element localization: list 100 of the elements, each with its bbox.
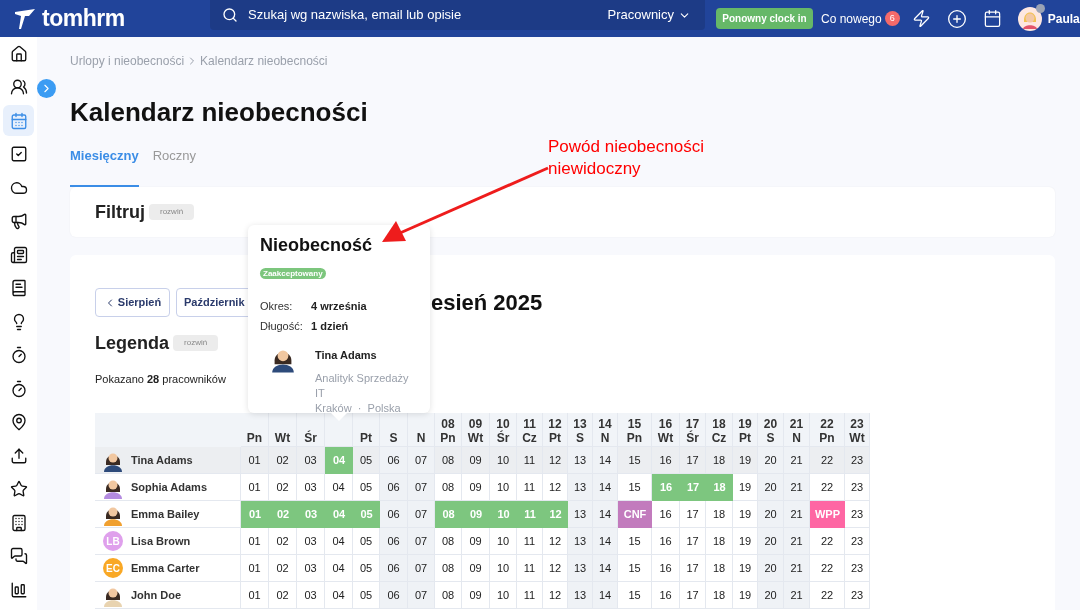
day-cell[interactable]: 20 xyxy=(758,474,784,501)
day-cell[interactable]: 21 xyxy=(784,582,810,609)
day-cell[interactable]: 06 xyxy=(380,528,408,555)
table-row[interactable]: Sophia Adams 01 02 03 04 05 06 07 08 09 10 11 12 13 14 15 16 17 18 19 20 21 22 23 xyxy=(95,474,870,501)
chart-icon xyxy=(9,580,28,599)
day-cell[interactable]: 06 xyxy=(380,501,408,528)
count-badge: 6 xyxy=(884,11,900,26)
day-cell[interactable]: 07 xyxy=(408,474,435,501)
day-cell[interactable]: 20 xyxy=(758,528,784,555)
previous-month-button[interactable]: Sierpień xyxy=(95,288,170,317)
table-row[interactable]: Tina Adams 01 02 03 04 05 06 07 08 09 10 11 12 13 14 15 16 17 18 19 20 21 22 23 xyxy=(95,447,870,474)
day-cell[interactable]: 14 xyxy=(593,582,618,609)
day-cell[interactable]: 13 xyxy=(568,582,593,609)
day-cell[interactable]: 14 xyxy=(593,501,618,528)
employee-department: IT xyxy=(315,386,326,401)
weekday-label: Pn xyxy=(246,431,263,445)
weekday-label: Cz xyxy=(711,431,727,445)
home-icon xyxy=(9,44,28,63)
status-badge: Zaakceptowany xyxy=(260,268,326,279)
day-cell[interactable]: 02 xyxy=(269,582,297,609)
day-cell[interactable]: 07 xyxy=(408,582,435,609)
day-cell[interactable]: 14 xyxy=(593,474,618,501)
field-value: 4 września xyxy=(311,299,367,314)
table-row[interactable]: Emma Bailey 01 02 03 04 05 06 07 08 09 10 11 12 13 14 CNF 16 17 18 19 20 21 WPP 23 xyxy=(95,501,870,528)
user-name[interactable]: Paula xyxy=(1047,9,1080,28)
day-cell[interactable]: 07 xyxy=(408,555,435,582)
day-cell[interactable]: 04 xyxy=(325,582,353,609)
table-row[interactable]: EC Emma Carter 01 02 03 04 05 06 07 08 09 10 11 12 13 14 15 16 17 18 19 20 21 22 23 xyxy=(95,555,870,582)
day-cell[interactable]: 10 xyxy=(490,582,517,609)
day-cell[interactable]: 15 xyxy=(618,582,652,609)
day-cell[interactable]: 07 xyxy=(408,528,435,555)
weekday-label: Cz xyxy=(522,431,537,445)
add-icon[interactable] xyxy=(946,8,967,29)
day-cell[interactable]: 13 xyxy=(568,474,593,501)
day-cell[interactable]: 07 xyxy=(408,447,435,474)
day-cell[interactable]: 11 xyxy=(517,582,543,609)
day-cell[interactable]: 07 xyxy=(408,501,435,528)
weekday-label: Wt xyxy=(657,431,674,445)
day-cell[interactable]: 23 xyxy=(845,582,870,609)
day-cell[interactable]: 06 xyxy=(380,555,408,582)
day-cell[interactable]: 14 xyxy=(593,447,618,474)
avatar: LB xyxy=(103,531,123,551)
day-cell[interactable]: 20 xyxy=(758,501,784,528)
day-cell[interactable]: 06 xyxy=(380,447,408,474)
day-cell[interactable]: 21 xyxy=(784,447,810,474)
day-cell[interactable]: 14 xyxy=(593,555,618,582)
day-cell[interactable]: 09 xyxy=(462,582,490,609)
day-cell[interactable]: 14 xyxy=(593,528,618,555)
day-cell[interactable]: 13 xyxy=(568,501,593,528)
day-cell[interactable]: 21 xyxy=(784,555,810,582)
weekday-label: Wt xyxy=(849,431,865,445)
day-cell[interactable]: 21 xyxy=(784,501,810,528)
page-title: Kalendarz nieobecności xyxy=(70,96,369,128)
day-cell[interactable]: 01 xyxy=(241,582,269,609)
day-cell[interactable]: 20 xyxy=(758,555,784,582)
sidebar-expand-button[interactable] xyxy=(37,79,56,98)
day-cell[interactable]: 08 xyxy=(435,582,462,609)
day-cell[interactable]: 06 xyxy=(380,474,408,501)
day-cell[interactable]: 20 xyxy=(758,447,784,474)
lightning-icon[interactable] xyxy=(911,9,931,28)
user-avatar[interactable] xyxy=(1017,6,1042,31)
weekday-label: S xyxy=(576,431,584,445)
day-number: 22 xyxy=(820,417,834,431)
people-icon xyxy=(9,78,28,96)
day-cell[interactable]: 13 xyxy=(568,528,593,555)
table-row[interactable]: John Doe 01 02 03 04 05 06 07 08 09 10 11 12 13 14 15 16 17 18 19 20 21 22 23 xyxy=(95,582,870,609)
weekday-label: N xyxy=(792,431,801,445)
whats-new-link[interactable]: Co nowego xyxy=(821,9,882,28)
day-cell[interactable]: 21 xyxy=(784,474,810,501)
legend-title: Legenda xyxy=(95,331,169,355)
table-row[interactable]: LB Lisa Brown 01 02 03 04 05 06 07 08 09 10 11 12 13 14 15 16 17 18 19 20 21 22 23 xyxy=(95,528,870,555)
day-number: 23 xyxy=(850,417,864,431)
weekday-label: Pt xyxy=(360,431,372,445)
weekday-label: Pn xyxy=(626,431,643,445)
pin-icon xyxy=(9,413,28,431)
field-label: Długość: xyxy=(260,319,304,334)
day-cell[interactable]: 16 xyxy=(652,582,680,609)
day-cell[interactable]: 21 xyxy=(784,528,810,555)
day-cell[interactable]: 22 xyxy=(810,582,845,609)
day-cell[interactable]: 20 xyxy=(758,582,784,609)
day-cell[interactable]: 18 xyxy=(706,582,733,609)
calendar-icon[interactable] xyxy=(982,9,1002,28)
weekday-label: N xyxy=(416,431,426,445)
book-icon xyxy=(9,279,28,297)
popover-title: Nieobecność xyxy=(260,234,374,256)
day-number: 17 xyxy=(685,417,700,431)
weekday-label: Pn xyxy=(819,431,835,445)
day-cell[interactable]: 03 xyxy=(297,582,325,609)
day-number: 20 xyxy=(763,417,778,431)
day-cell[interactable]: 06 xyxy=(380,582,408,609)
employee-name: John Doe xyxy=(131,587,182,603)
day-cell[interactable]: 17 xyxy=(680,582,706,609)
day-cell[interactable]: 13 xyxy=(568,447,593,474)
logo: tomhrm xyxy=(42,4,125,34)
scope-dropdown[interactable]: Pracownicy xyxy=(607,5,691,25)
field-value: 1 dzień xyxy=(311,319,349,334)
star-icon xyxy=(9,480,28,498)
search-field[interactable]: Szukaj wg nazwiska, email lub opisie Pracownicy xyxy=(210,0,705,30)
megaphone-icon xyxy=(9,212,28,230)
day-cell[interactable]: 13 xyxy=(568,555,593,582)
